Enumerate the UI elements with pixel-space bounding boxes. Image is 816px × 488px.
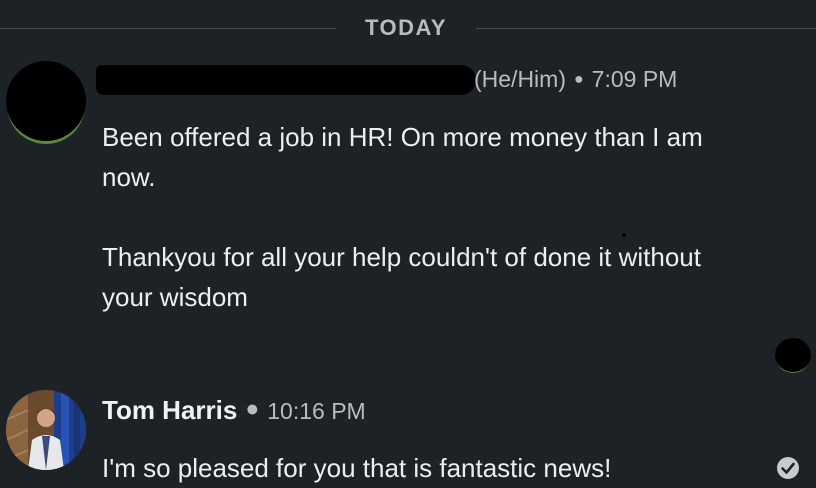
- message-header: (He/Him) ● 7:09 PM: [474, 66, 677, 93]
- message-header: Tom Harris ● 10:16 PM: [102, 395, 366, 426]
- separator-dot-icon: ●: [245, 395, 260, 421]
- message-body: Been offered a job in HR! On more money …: [102, 117, 742, 317]
- avatar-photo: [6, 390, 86, 470]
- redaction-mark: [622, 233, 626, 237]
- redacted-sender-name: [96, 65, 476, 95]
- message-body: I'm so pleased for you that is fantastic…: [102, 448, 611, 488]
- day-divider-label: TODAY: [364, 15, 448, 40]
- message-item: (He/Him) ● 7:09 PM Been offered a job in H…: [0, 56, 816, 346]
- separator-dot-icon: ●: [574, 71, 584, 88]
- message-time: 7:09 PM: [591, 66, 678, 92]
- sender-name[interactable]: Tom Harris: [102, 395, 237, 425]
- divider-line-right: [476, 28, 816, 29]
- message-paragraph: Been offered a job in HR! On more money …: [102, 122, 703, 192]
- day-divider: TODAY: [0, 10, 816, 46]
- avatar-redacted[interactable]: [6, 61, 86, 141]
- divider-line-left: [0, 28, 336, 29]
- avatar-tom-harris[interactable]: [6, 390, 86, 470]
- message-item: Tom Harris ● 10:16 PM I'm so pleased for y…: [0, 388, 816, 488]
- check-circle-icon: [777, 457, 799, 479]
- read-receipt-avatar: [775, 338, 811, 372]
- sender-pronouns: (He/Him): [474, 66, 566, 92]
- message-paragraph: I'm so pleased for you that is fantastic…: [102, 453, 612, 483]
- message-time: 10:16 PM: [267, 398, 366, 424]
- message-paragraph: Thankyou for all your help couldn't of d…: [102, 242, 701, 312]
